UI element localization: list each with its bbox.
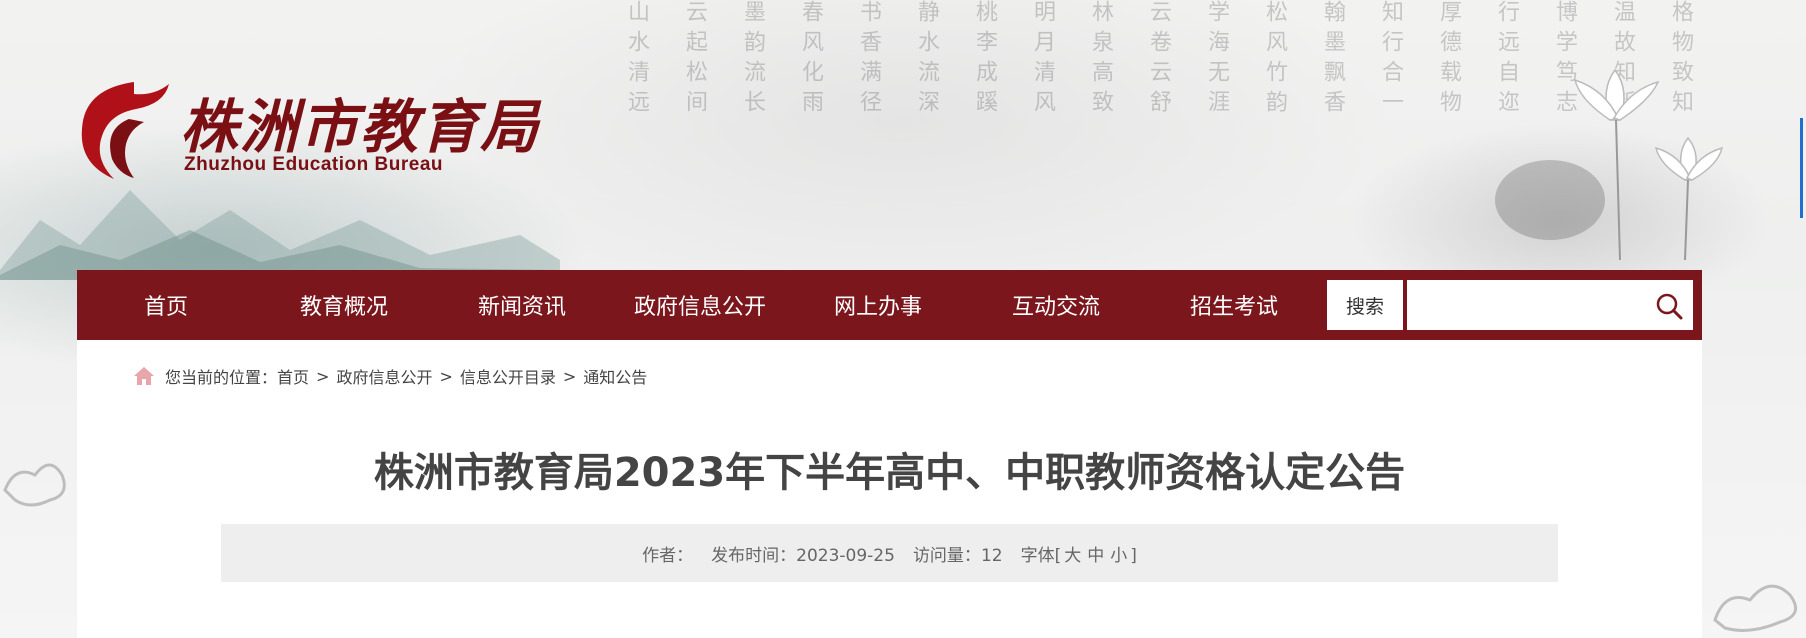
search-icon[interactable] [1655, 292, 1683, 320]
publish-date-value: 2023-09-25 [796, 545, 895, 566]
breadcrumb-link-info-directory[interactable]: 信息公开目录 [460, 364, 556, 388]
home-icon [134, 367, 154, 385]
breadcrumb: 您当前的位置： 首页 > 政府信息公开 > 信息公开目录 > 通知公告 [133, 364, 647, 388]
views-label: 访问量： [912, 545, 981, 566]
main-nav: 首页 教育概况 新闻资讯 政府信息公开 网上办事 互动交流 招生考试 搜索 [77, 270, 1702, 340]
content-panel: 您当前的位置： 首页 > 政府信息公开 > 信息公开目录 > 通知公告 株洲市教… [77, 340, 1702, 638]
search-label: 搜索 [1327, 280, 1403, 330]
publish-date-label: 发布时间： [711, 545, 797, 566]
scroll-indicator[interactable] [1800, 118, 1803, 218]
cloud-ornament-left [3, 463, 66, 507]
font-size-close: ] [1130, 545, 1137, 566]
nav-item-education-overview[interactable]: 教育概况 [255, 289, 433, 321]
lotus-illustration [1495, 68, 1724, 260]
font-size-large-link[interactable]: 大 [1064, 546, 1081, 566]
nav-item-gov-info[interactable]: 政府信息公开 [611, 289, 789, 321]
breadcrumb-link-gov-info[interactable]: 政府信息公开 [336, 364, 432, 388]
logo-chinese-text: 株洲市教育局 [180, 93, 541, 161]
breadcrumb-link-home[interactable]: 首页 [277, 364, 309, 388]
breadcrumb-separator: > [562, 366, 577, 386]
nav-item-online-services[interactable]: 网上办事 [789, 289, 967, 321]
logo-english-text: Zhuzhou Education Bureau [184, 154, 443, 175]
font-size-label: 字体[ [1020, 545, 1062, 566]
breadcrumb-prefix: 您当前的位置： [165, 368, 278, 387]
font-size-small-link[interactable]: 小 [1110, 546, 1127, 566]
font-size-control: 字体[大中小] [1021, 541, 1137, 566]
site-logo[interactable]: 株洲市教育局 Zhuzhou Education Bureau [74, 74, 538, 184]
nav-item-home[interactable]: 首页 [77, 289, 255, 321]
article-title: 株洲市教育局2023年下半年高中、中职教师资格认定公告 [373, 450, 1406, 496]
breadcrumb-link-notices[interactable]: 通知公告 [583, 364, 647, 388]
nav-item-admissions[interactable]: 招生考试 [1145, 289, 1323, 321]
font-size-medium-link[interactable]: 中 [1087, 546, 1104, 566]
breadcrumb-separator: > [439, 366, 453, 386]
nav-item-interaction[interactable]: 互动交流 [967, 289, 1145, 321]
views-field: 访问量：12 [913, 541, 1003, 566]
search-input[interactable] [1407, 280, 1693, 330]
author-label: 作者： [642, 545, 694, 566]
breadcrumb-separator: > [316, 366, 330, 386]
cloud-ornament-right [1713, 584, 1798, 632]
logo-flame-mark [81, 82, 169, 179]
article-meta-bar: 作者： 发布时间：2023-09-25 访问量：12 字体[大中小] [221, 524, 1558, 582]
nav-item-news[interactable]: 新闻资讯 [433, 289, 611, 321]
views-value: 12 [980, 545, 1003, 566]
publish-date-field: 发布时间：2023-09-25 [711, 541, 895, 566]
